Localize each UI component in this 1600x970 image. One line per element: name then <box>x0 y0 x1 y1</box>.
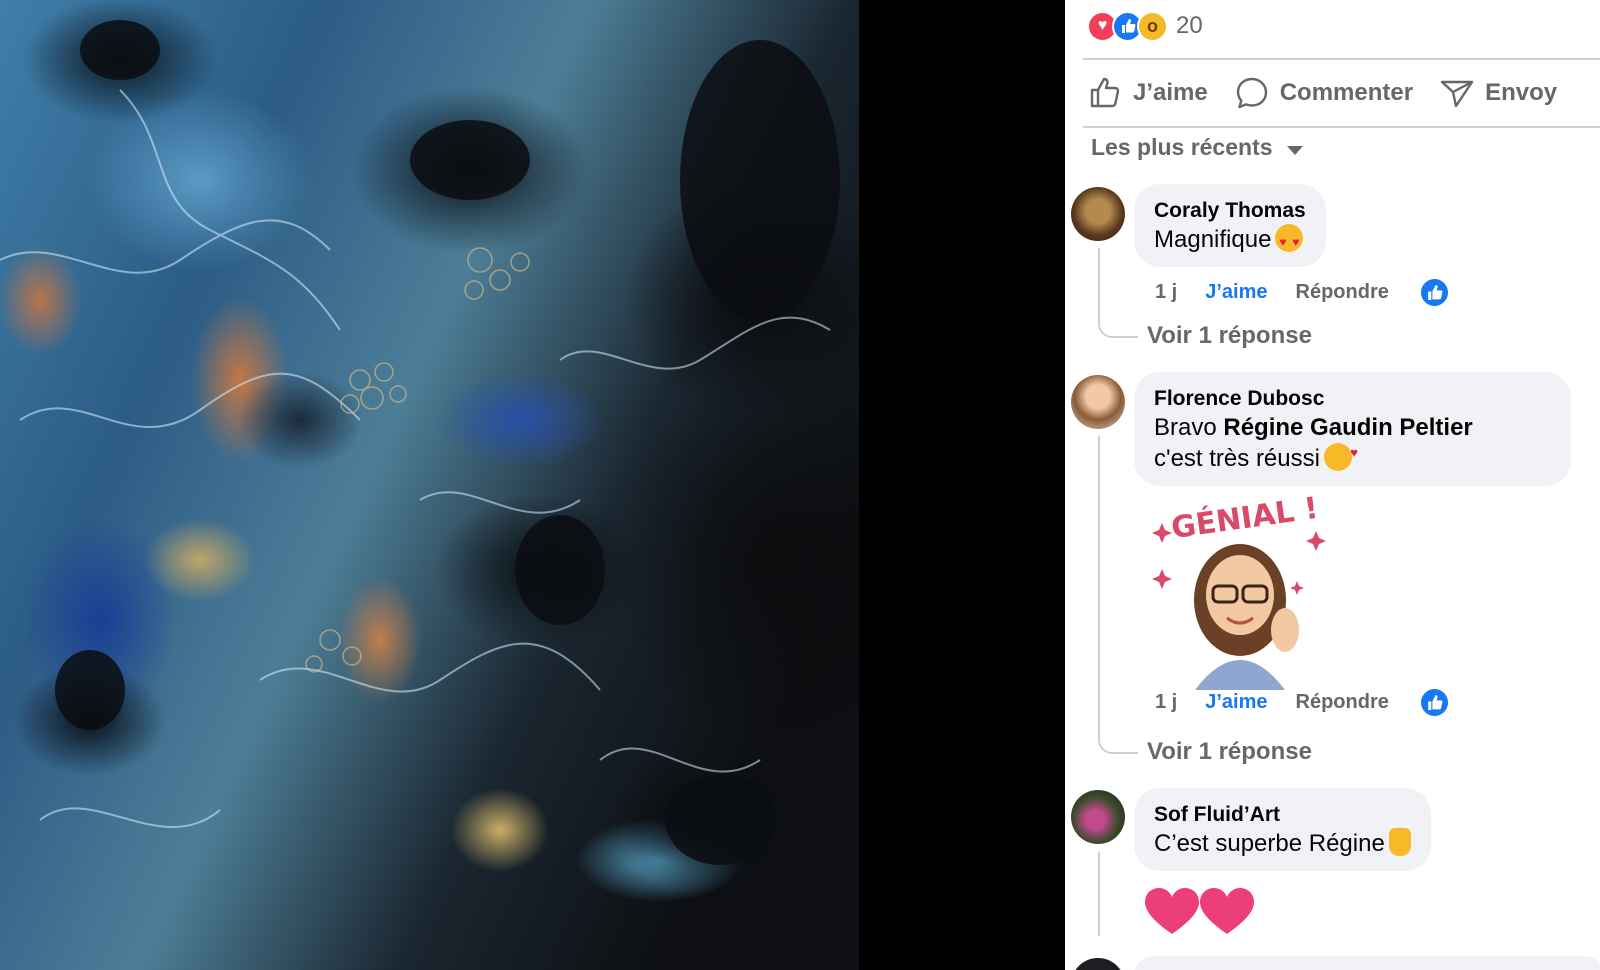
like-button[interactable]: J’aime <box>1087 75 1208 111</box>
comment-bubble[interactable]: Florence Dubosc Bravo Régine Gaudin Pelt… <box>1134 372 1571 486</box>
send-icon <box>1440 80 1474 108</box>
avatar[interactable] <box>1071 375 1125 429</box>
comment-meta: 1 j J’aime Répondre <box>1155 277 1450 308</box>
comment-button-label: Commenter <box>1279 79 1414 106</box>
comment-author[interactable]: Florence Dubosc <box>1154 386 1551 412</box>
thread-line <box>1098 436 1100 716</box>
comment-bubble[interactable]: Coraly Thomas Magnifique <box>1134 184 1326 267</box>
divider <box>1083 126 1600 128</box>
heart-eyes-emoji-icon <box>1275 224 1304 258</box>
view-replies-link[interactable]: Voir 1 réponse <box>1147 322 1312 350</box>
avatar[interactable] <box>1071 187 1125 241</box>
hearts-emoji-icon[interactable] <box>1145 888 1255 934</box>
comment-reply-link[interactable]: Répondre <box>1296 281 1389 304</box>
sort-label: Les plus récents <box>1091 134 1273 160</box>
comment-like-link[interactable]: J’aime <box>1205 281 1267 304</box>
mentioned-user[interactable]: Régine Gaudin Peltier <box>1223 414 1472 441</box>
like-badge-icon[interactable] <box>1418 687 1450 718</box>
sticker[interactable]: GÉNIAL ! <box>1145 490 1335 690</box>
comment-author[interactable]: Coraly Thomas <box>1154 198 1306 224</box>
comment-author[interactable]: Sof Fluid’Art <box>1154 802 1411 828</box>
post-photo[interactable] <box>0 0 859 970</box>
comments-panel: ♥ o 20 J’aime Commenter Envoy Les plus r… <box>1065 0 1600 970</box>
send-button-label: Envoy <box>1485 79 1558 106</box>
comment-time[interactable]: 1 j <box>1155 691 1177 714</box>
avatar[interactable] <box>1071 790 1125 844</box>
thread-connector <box>1098 300 1138 338</box>
send-button[interactable]: Envoy <box>1439 75 1557 111</box>
comment-time[interactable]: 1 j <box>1155 281 1177 304</box>
painting-cells <box>0 20 840 865</box>
comment-button[interactable]: Commenter <box>1234 75 1413 111</box>
divider <box>1083 58 1600 60</box>
comment-text: c'est très réussi <box>1154 437 1551 474</box>
comment-icon <box>1236 77 1267 109</box>
view-replies-link[interactable]: Voir 1 réponse <box>1147 738 1312 766</box>
smiling-face-with-hearts-emoji-icon <box>1323 437 1358 471</box>
reactions-summary[interactable]: ♥ o 20 <box>1087 10 1203 42</box>
wow-reaction-icon: o <box>1137 10 1168 42</box>
sticker-text: GÉNIAL ! <box>1169 490 1320 546</box>
thread-connector <box>1098 706 1138 754</box>
comment-like-link[interactable]: J’aime <box>1205 691 1267 714</box>
comment-sort-dropdown[interactable]: Les plus récents <box>1091 134 1303 161</box>
avatar[interactable] <box>1071 958 1125 970</box>
comment-bubble[interactable]: Sof Fluid’Art C’est superbe Régine <box>1134 788 1431 871</box>
thread-line <box>1098 852 1100 936</box>
comment-text: Magnifique <box>1154 224 1306 258</box>
caret-down-icon <box>1286 146 1303 155</box>
reaction-count[interactable]: 20 <box>1176 12 1203 40</box>
comment-meta: 1 j J’aime Répondre <box>1155 687 1450 718</box>
like-button-label: J’aime <box>1133 79 1208 106</box>
comment-text: C’est superbe Régine <box>1154 828 1411 859</box>
thumbs-up-icon <box>1090 77 1120 108</box>
like-badge-icon[interactable] <box>1418 277 1450 308</box>
comment-bubble[interactable] <box>1134 956 1600 970</box>
thumbs-up-emoji-icon <box>1388 828 1411 856</box>
comment-reply-link[interactable]: Répondre <box>1296 691 1389 714</box>
post-action-bar: J’aime Commenter Envoy <box>1087 68 1557 118</box>
